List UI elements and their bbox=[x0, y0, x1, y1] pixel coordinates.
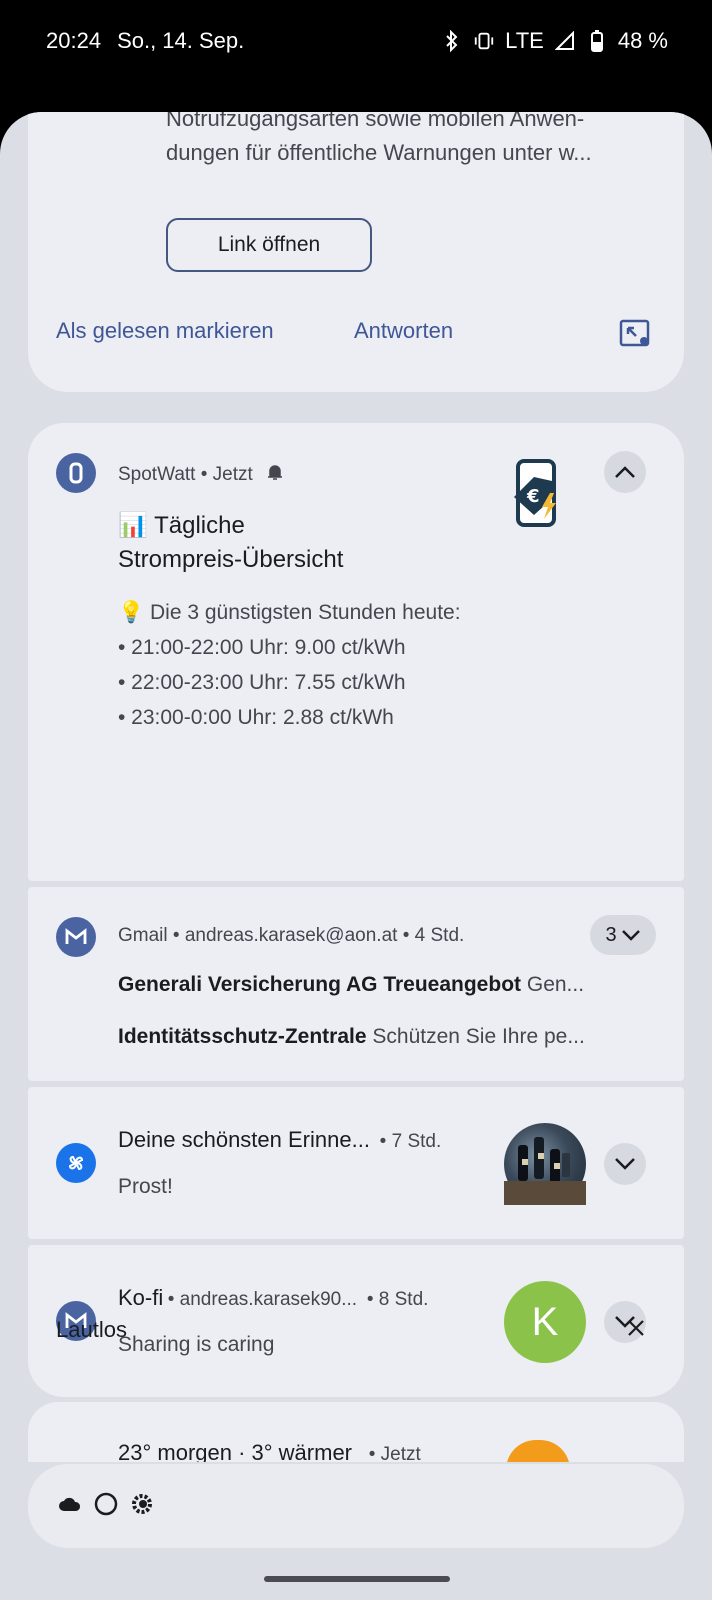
network-type: LTE bbox=[505, 28, 544, 53]
picture-in-picture-icon[interactable] bbox=[618, 316, 652, 350]
list-item[interactable]: Identitätsschutz-Zentrale Schützen Sie I… bbox=[118, 1025, 658, 1049]
app-name: SpotWatt bbox=[118, 464, 196, 486]
status-bar: 20:24 So., 14. Sep. LTE 48 % bbox=[0, 0, 712, 84]
body-line: • 22:00-23:00 Uhr: 7.55 ct/kWh bbox=[118, 671, 406, 694]
avatar: K bbox=[504, 1281, 586, 1363]
notification-body: Prost! bbox=[118, 1175, 173, 1198]
circle-icon bbox=[94, 1492, 118, 1521]
avatar-letter: K bbox=[531, 1299, 559, 1344]
account-email: andreas.karasek90... bbox=[179, 1289, 358, 1310]
separator-dot: • bbox=[402, 925, 415, 946]
bell-icon bbox=[266, 463, 284, 487]
list-item[interactable]: Generali Versicherung AG Treueangebot Ge… bbox=[118, 973, 658, 997]
notification-card-weather[interactable]: 23° morgen · 3° wärmer • Jetzt bbox=[28, 1402, 684, 1462]
pinwheel-app-icon bbox=[56, 1143, 96, 1183]
chevron-up-icon bbox=[615, 466, 635, 478]
weather-sun-icon bbox=[506, 1440, 570, 1462]
body-line: • 23:00-0:00 Uhr: 2.88 ct/kWh bbox=[118, 706, 394, 729]
notification-header: Ko-fi • andreas.karasek90... • 8 Std. bbox=[118, 1285, 428, 1311]
message-subject: Generali Versicherung AG Treueangebot bbox=[118, 973, 522, 996]
notification-time: Jetzt bbox=[212, 464, 253, 486]
notification-body: Sharing is caring bbox=[118, 1333, 275, 1356]
reply-button[interactable]: Antworten bbox=[354, 318, 453, 344]
notification-header: SpotWatt • Jetzt bbox=[118, 463, 284, 487]
close-icon bbox=[628, 1320, 644, 1336]
notification-card-spotwatt[interactable]: SpotWatt • Jetzt € 📊 Tägliche Strompreis… bbox=[28, 423, 684, 881]
notification-shade: Notrufzugangsarten sowie mobilen Anwen- … bbox=[0, 112, 712, 1600]
collapsed-notifications-bar[interactable] bbox=[28, 1464, 684, 1548]
notification-header: Gmail • andreas.karasek@aon.at • 4 Std. bbox=[118, 925, 464, 947]
title-line: 📊 Tägliche bbox=[118, 512, 245, 539]
body-line: • 21:00-22:00 Uhr: 9.00 ct/kWh bbox=[118, 636, 406, 659]
battery-icon bbox=[586, 29, 608, 53]
vibrate-icon bbox=[473, 29, 495, 53]
body-line: 💡 Die 3 günstigsten Stunden heute: bbox=[118, 601, 461, 624]
message-subject: Identitätsschutz-Zentrale bbox=[118, 1025, 367, 1048]
notification-text-line: dungen für öffentliche Warnungen unter w… bbox=[166, 140, 592, 165]
separator-dot: • bbox=[374, 1131, 392, 1152]
message-preview: Schützen Sie Ihre pe... bbox=[372, 1025, 585, 1048]
notification-header: Deine schönsten Erinne... • 7 Std. bbox=[118, 1127, 441, 1153]
collapse-button[interactable] bbox=[604, 451, 646, 493]
app-name: Gmail bbox=[118, 925, 168, 946]
cloud-icon bbox=[58, 1496, 82, 1517]
weather-summary: 23° morgen · 3° wärmer bbox=[118, 1440, 353, 1462]
gear-app-icon bbox=[130, 1492, 154, 1521]
separator-dot: • bbox=[200, 464, 213, 486]
gmail-app-icon bbox=[56, 917, 96, 957]
clear-section-button[interactable] bbox=[618, 1310, 654, 1346]
separator-dot: • bbox=[172, 925, 185, 946]
account-email: andreas.karasek@aon.at bbox=[184, 925, 398, 946]
signal-icon bbox=[554, 29, 576, 53]
notification-body: 💡 Die 3 günstigsten Stunden heute: • 21:… bbox=[118, 595, 461, 735]
chevron-down-icon bbox=[621, 930, 640, 941]
svg-text:€: € bbox=[526, 486, 540, 507]
mark-read-button[interactable]: Als gelesen markieren bbox=[56, 318, 274, 344]
spotwatt-app-icon bbox=[56, 453, 96, 493]
title-line: Strompreis-Übersicht bbox=[118, 546, 344, 573]
notification-time: 8 Std. bbox=[378, 1289, 429, 1310]
notification-title: 23° morgen · 3° wärmer • Jetzt bbox=[118, 1440, 421, 1462]
spotwatt-large-icon: € bbox=[510, 457, 562, 529]
chevron-down-icon bbox=[615, 1158, 635, 1170]
notification-title: Ko-fi bbox=[118, 1285, 164, 1310]
notification-time: 4 Std. bbox=[414, 925, 465, 946]
notification-time: Jetzt bbox=[380, 1444, 421, 1462]
message-count: 3 bbox=[605, 923, 617, 946]
status-date: So., 14. Sep. bbox=[117, 28, 245, 53]
expand-button[interactable] bbox=[604, 1143, 646, 1185]
separator-dot: • bbox=[361, 1289, 379, 1310]
notification-card-memories[interactable]: Deine schönsten Erinne... • 7 Std. Prost… bbox=[28, 1087, 684, 1239]
status-time: 20:24 bbox=[46, 28, 102, 53]
notification-time: 7 Std. bbox=[391, 1131, 442, 1152]
expand-count-button[interactable]: 3 bbox=[590, 915, 656, 955]
navigation-handle[interactable] bbox=[264, 1576, 450, 1582]
memory-photo-thumbnail bbox=[504, 1123, 586, 1205]
bluetooth-icon bbox=[441, 29, 463, 53]
open-link-button[interactable]: Link öffnen bbox=[166, 218, 372, 272]
notification-title: Deine schönsten Erinne... bbox=[118, 1127, 370, 1152]
notification-title: 📊 Tägliche Strompreis-Übersicht bbox=[118, 509, 343, 577]
notification-card-gmail[interactable]: Gmail • andreas.karasek@aon.at • 4 Std. … bbox=[28, 887, 684, 1081]
notification-card-warning[interactable]: Notrufzugangsarten sowie mobilen Anwen- … bbox=[28, 112, 684, 392]
battery-percent: 48 % bbox=[617, 28, 668, 53]
notification-text: Notrufzugangsarten sowie mobilen Anwen- … bbox=[166, 112, 656, 170]
notification-text-line: Notrufzugangsarten sowie mobilen Anwen- bbox=[166, 112, 585, 131]
section-header-silent: Lautlos bbox=[56, 1317, 127, 1342]
separator-dot: • bbox=[167, 1289, 180, 1310]
separator-dot: • bbox=[358, 1444, 381, 1462]
message-preview: Gen... bbox=[526, 973, 585, 996]
